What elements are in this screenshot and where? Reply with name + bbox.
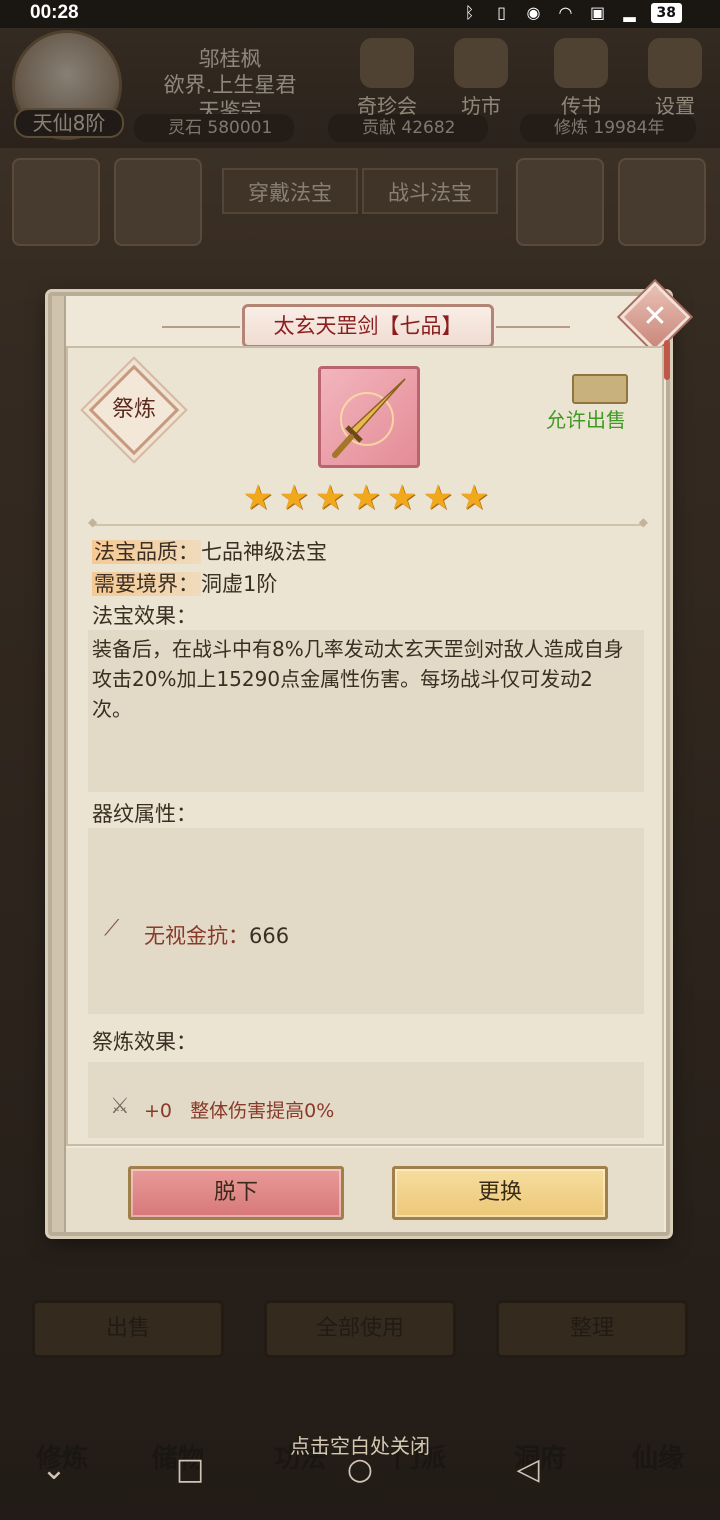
divider xyxy=(88,515,648,529)
star-rating: ★ ★ ★ ★ ★ ★ ★ xyxy=(242,478,490,518)
remove-button[interactable]: 脱下 xyxy=(128,1166,344,1220)
bluetooth-icon: ᛒ xyxy=(464,3,475,22)
star-icon: ★ xyxy=(314,478,346,518)
refine-title: 祭炼效果： xyxy=(92,1030,197,1054)
quality-row: 法宝品质：七品神级法宝 xyxy=(92,536,327,566)
wifi-icon: ◠ xyxy=(558,3,573,22)
title-ornament-left xyxy=(162,326,246,328)
effect-description: 装备后，在战斗中有8%几率发动太玄天罡剑对敌人造成自身攻击20%加上15290点… xyxy=(92,637,624,721)
battery-indicator: 38 xyxy=(650,3,682,23)
status-bar: 00:28 ᛒ ▯ ◉ ◠ ▣ ▂ 38 xyxy=(0,0,720,28)
replace-button[interactable]: 更换 xyxy=(392,1166,608,1220)
collapse-icon[interactable]: ⌄ xyxy=(36,1452,72,1488)
hd-icon: ▣ xyxy=(589,3,606,22)
star-icon: ★ xyxy=(242,478,274,518)
blade-icon: ⟋ xyxy=(104,916,120,941)
refine-effect-icon: ⚔ xyxy=(110,1094,130,1119)
system-nav-bar: ⌄ □ ○ ◁ xyxy=(0,1430,720,1520)
refine-effect-text: 整体伤害提高0% xyxy=(190,1100,335,1122)
star-icon: ★ xyxy=(278,478,310,518)
signal-icon: ▂ xyxy=(623,3,636,22)
star-icon: ★ xyxy=(386,478,418,518)
title-ornament-right xyxy=(490,326,570,328)
dialog-title: 太玄天罡剑【七品】 xyxy=(242,304,494,348)
treasure-detail-dialog: 太玄天罡剑【七品】 ✕ 祭炼 允许出售 ★ ★ ★ ★ ★ ★ ★ 法宝品质：七… xyxy=(48,281,691,1236)
pattern-attribute-label: 无视金抗： xyxy=(144,924,249,948)
star-icon: ★ xyxy=(350,478,382,518)
realm-value: 洞虚1阶 xyxy=(201,572,278,596)
sale-allowed-icon xyxy=(572,374,628,404)
vibrate-icon: ▯ xyxy=(497,3,506,22)
star-icon: ★ xyxy=(458,478,490,518)
star-icon: ★ xyxy=(422,478,454,518)
dialog-scroll-rail xyxy=(52,296,66,1232)
effect-title: 法宝效果： xyxy=(92,604,197,628)
refine-effect-level: +0 xyxy=(144,1100,173,1122)
sale-allowed-label: 允许出售 xyxy=(546,408,626,432)
item-icon xyxy=(318,366,420,468)
status-icons: ᛒ ▯ ◉ ◠ ▣ ▂ 38 xyxy=(459,3,682,23)
refine-button-label: 祭炼 xyxy=(111,397,156,422)
back-icon[interactable]: ◁ xyxy=(510,1452,546,1488)
pattern-title: 器纹属性： xyxy=(92,802,197,826)
close-icon: ✕ xyxy=(642,299,668,334)
home-icon[interactable]: ○ xyxy=(342,1452,378,1488)
recents-icon[interactable]: □ xyxy=(172,1452,208,1488)
refine-effect: +0 整体伤害提高0% xyxy=(144,1096,334,1123)
pattern-attribute: 无视金抗：666 xyxy=(144,920,289,950)
quality-value: 七品神级法宝 xyxy=(201,540,327,564)
pattern-attribute-value: 666 xyxy=(249,924,290,948)
location-icon: ◉ xyxy=(526,3,541,22)
sword-icon xyxy=(332,378,406,458)
realm-row: 需要境界：洞虚1阶 xyxy=(92,568,277,598)
quality-label: 法宝品质： xyxy=(92,540,201,564)
realm-label: 需要境界： xyxy=(92,572,201,596)
status-time: 00:28 xyxy=(30,2,79,23)
tassel-decoration xyxy=(664,340,670,380)
